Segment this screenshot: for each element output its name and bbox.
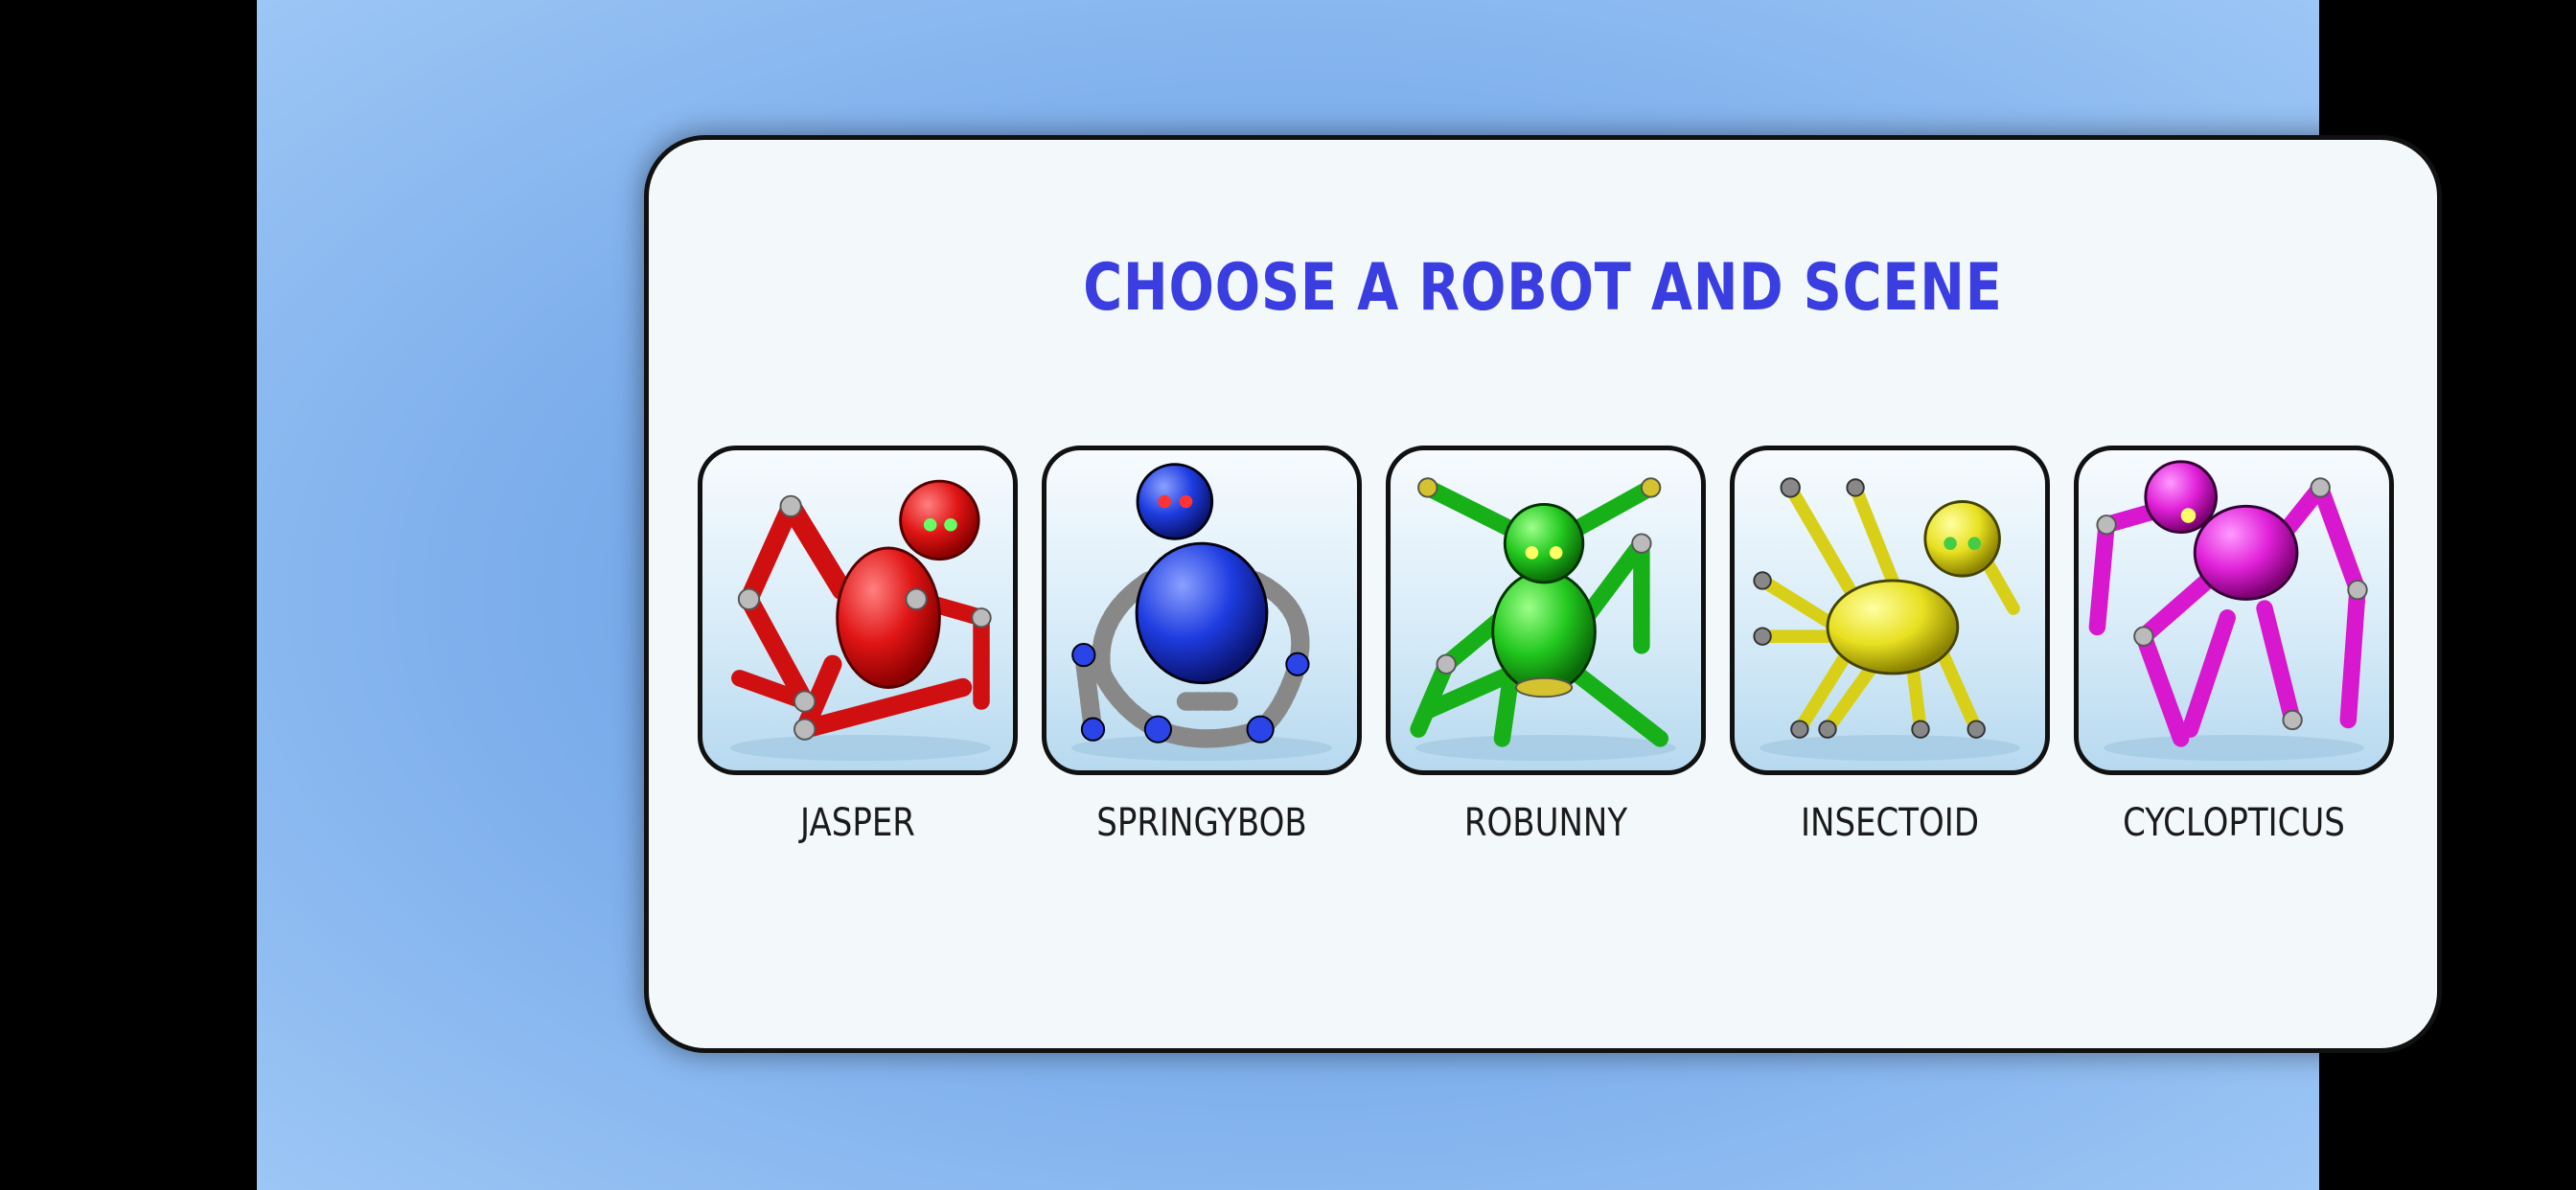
- robot-card-cyclopticus[interactable]: [2074, 446, 2394, 775]
- selection-panel: CHOOSE A ROBOT AND SCENE JASPER SPRINGYB…: [644, 135, 2442, 1053]
- green-robot-icon: [1410, 477, 1676, 762]
- robot-card-robunny[interactable]: [1386, 446, 1706, 775]
- robot-label-jasper: JASPER: [800, 801, 915, 845]
- robot-label-robunny: ROBUNNY: [1463, 801, 1628, 845]
- screen-title: CHOOSE A ROBOT AND SCENE: [1083, 250, 2003, 326]
- red-robot-icon: [730, 479, 992, 762]
- magenta-robot-icon: [2088, 460, 2368, 762]
- robot-card-insectoid[interactable]: [1730, 446, 2050, 775]
- robot-card-jasper[interactable]: [698, 446, 1018, 775]
- robot-card-springybob[interactable]: [1042, 446, 1362, 775]
- robot-label-insectoid: INSECTOID: [1800, 801, 1979, 845]
- robot-label-springybob: SPRINGYBOB: [1096, 801, 1307, 845]
- yellow-robot-icon: [1753, 477, 2020, 762]
- blue-robot-icon: [1071, 463, 1332, 762]
- robot-label-cyclopticus: CYCLOPTICUS: [2123, 801, 2345, 845]
- game-background: CHOOSE A ROBOT AND SCENE JASPER SPRINGYB…: [257, 0, 2442, 1190]
